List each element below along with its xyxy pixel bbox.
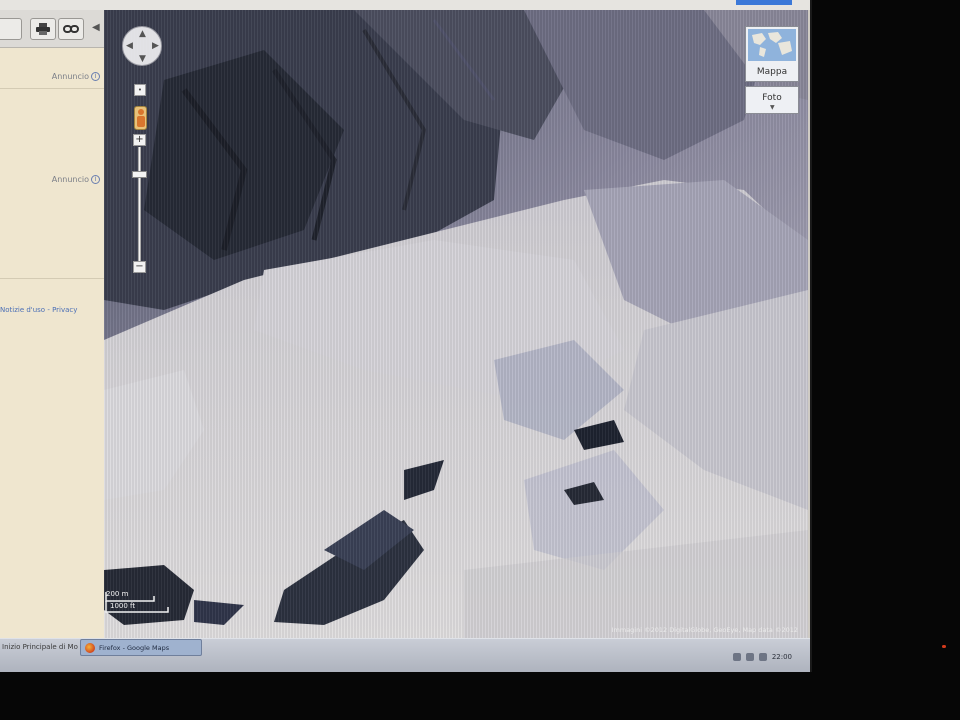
link-icon: [63, 25, 79, 33]
pan-up-icon[interactable]: ▲: [139, 30, 146, 39]
power-led: [942, 645, 946, 648]
ad-label-text: Annuncio: [51, 175, 89, 184]
print-icon: [36, 23, 50, 35]
pan-down-icon[interactable]: ▼: [139, 55, 146, 64]
street-view-pegman-icon[interactable]: [134, 106, 147, 130]
system-tray: 22:00: [732, 653, 792, 661]
left-side-panel: ◀ Annuncio i Annuncio i Notizie d'uso - …: [0, 10, 104, 638]
satellite-map[interactable]: ▲ ▼ ◀ ▶ • + − Mappa Foto ▼ 200 m 1000 ft…: [104, 10, 808, 638]
divider: [0, 278, 104, 279]
firefox-icon: [85, 642, 95, 653]
collapse-panel-icon[interactable]: ◀: [92, 22, 100, 33]
zoom-slider-handle[interactable]: [132, 171, 147, 178]
pegman-body: [137, 116, 145, 127]
top-blue-button[interactable]: [736, 0, 792, 5]
pan-control[interactable]: ▲ ▼ ◀ ▶: [122, 26, 162, 66]
partial-toolbar-button[interactable]: [0, 18, 22, 40]
taskbar: Inizio Principale di Mozil Firefox - Goo…: [0, 638, 810, 672]
language-icon[interactable]: [758, 653, 767, 661]
pegman-head: [138, 109, 144, 115]
monitor-screen: ◀ Annuncio i Annuncio i Notizie d'uso - …: [0, 0, 812, 672]
taskbar-firefox-label: Firefox - Google Maps: [99, 643, 170, 652]
network-icon[interactable]: [732, 653, 741, 661]
ad-label-middle: Annuncio i: [52, 175, 100, 184]
ad-label-top: Annuncio i: [52, 72, 100, 81]
ad-label-text: Annuncio: [51, 72, 89, 81]
pan-left-icon[interactable]: ◀: [126, 42, 133, 51]
maptype-photo-label: Foto: [762, 93, 782, 103]
satellite-imagery: [104, 10, 808, 638]
info-icon[interactable]: i: [91, 175, 100, 184]
taskbar-item-left[interactable]: Inizio Principale di Mozil: [0, 640, 78, 656]
maptype-map-button[interactable]: Mappa: [745, 26, 799, 82]
scale-metric-label: 200 m: [106, 590, 129, 598]
map-copyright[interactable]: Immagini ©2012 DigitalGlobe, GeoEye, Map…: [612, 626, 798, 634]
zoom-in-button[interactable]: +: [133, 134, 146, 146]
maptype-map-label: Mappa: [756, 67, 788, 77]
zoom-slider-track[interactable]: [138, 147, 141, 267]
link-button[interactable]: [58, 18, 84, 40]
info-icon[interactable]: i: [91, 72, 100, 81]
browser-top-strip: [0, 0, 810, 10]
chevron-down-icon: ▼: [770, 104, 775, 111]
clock[interactable]: 22:00: [772, 653, 792, 661]
photograph-background: ◀ Annuncio i Annuncio i Notizie d'uso - …: [0, 0, 960, 720]
reset-view-button[interactable]: •: [134, 84, 146, 96]
zoom-out-button[interactable]: −: [133, 261, 146, 273]
side-toolbar: ◀: [0, 10, 104, 48]
footer-links[interactable]: Notizie d'uso - Privacy: [0, 306, 77, 314]
taskbar-item-firefox[interactable]: Firefox - Google Maps: [80, 639, 202, 656]
divider: [0, 88, 104, 89]
volume-icon[interactable]: [745, 653, 754, 661]
world-map-thumbnail-icon: [748, 29, 796, 61]
scale-imperial-label: 1000 ft: [110, 602, 136, 610]
maptype-photo-button[interactable]: Foto ▼: [745, 86, 799, 114]
map-scale-bar: 200 m 1000 ft: [104, 590, 174, 614]
print-button[interactable]: [30, 18, 56, 40]
pan-right-icon[interactable]: ▶: [152, 42, 159, 51]
